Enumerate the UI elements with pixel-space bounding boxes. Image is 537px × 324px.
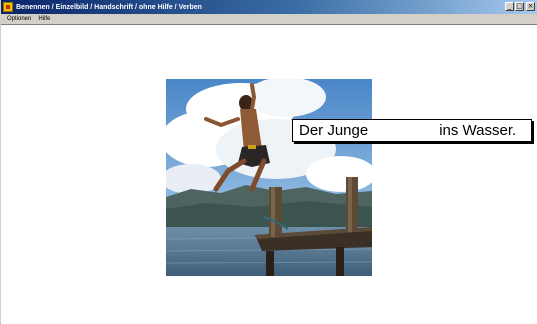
app-window: Benennen / Einzelbild / Handschrift / oh… xyxy=(0,0,537,324)
sentence-start: Der Junge xyxy=(299,122,369,139)
app-icon xyxy=(3,2,13,12)
sentence-end: ins Wasser. xyxy=(439,122,517,139)
maximize-button[interactable]: □ xyxy=(515,2,524,11)
exercise-area: Der Junge ins Wasser. xyxy=(1,25,537,324)
verb-blank-input[interactable] xyxy=(368,123,439,139)
sentence-box: Der Junge ins Wasser. xyxy=(292,119,532,142)
close-button[interactable]: × xyxy=(526,2,535,11)
menu-hilfe[interactable]: Hilfe xyxy=(37,16,51,22)
title-bar[interactable]: Benennen / Einzelbild / Handschrift / oh… xyxy=(1,0,537,14)
exercise-photo xyxy=(166,79,372,276)
boy-jumping-photo-icon xyxy=(166,79,372,276)
minimize-button[interactable]: _ xyxy=(505,2,514,11)
menu-bar: Optionen Hilfe xyxy=(1,14,537,25)
menu-optionen[interactable]: Optionen xyxy=(6,16,32,22)
window-title: Benennen / Einzelbild / Handschrift / oh… xyxy=(16,3,202,11)
window-controls: _ □ × xyxy=(505,2,535,11)
